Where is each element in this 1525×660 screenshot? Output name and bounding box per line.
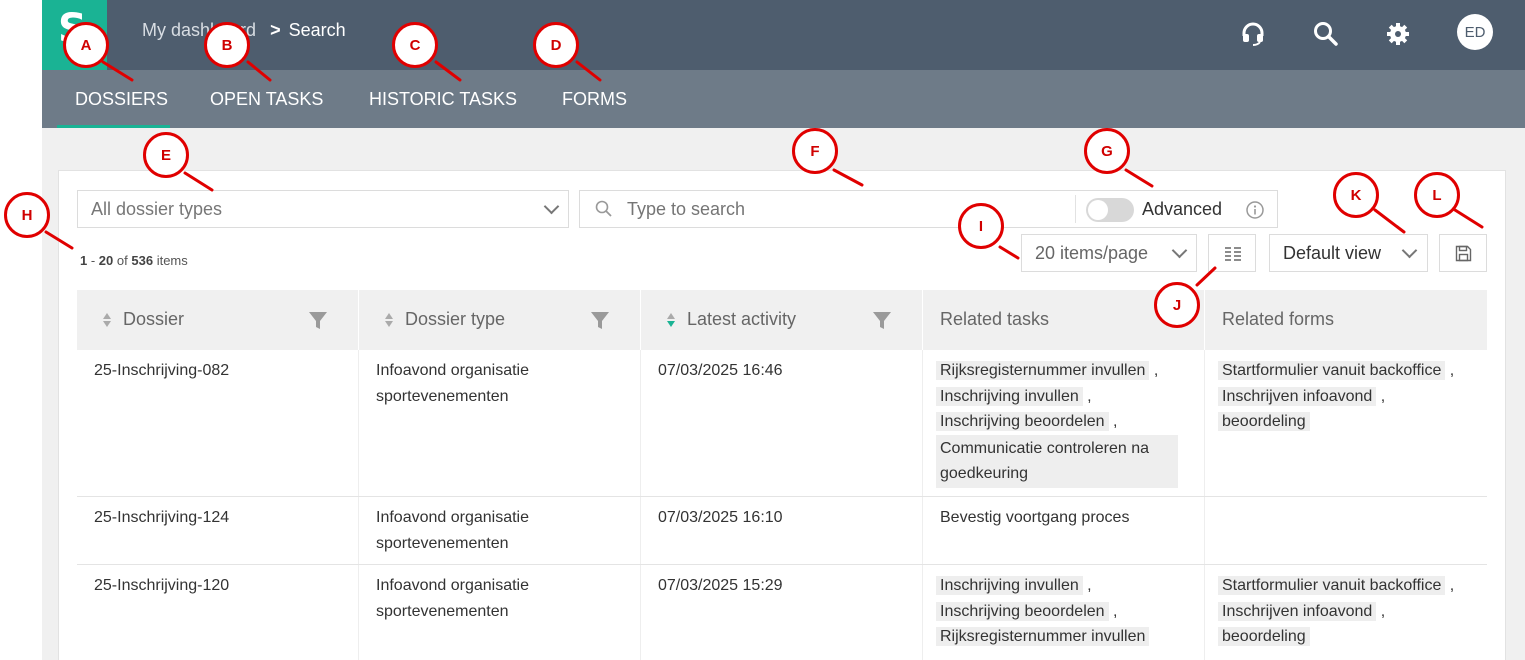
callout-pointer <box>183 171 214 192</box>
callout-marker: H <box>4 192 50 238</box>
callout-pointer <box>44 230 74 250</box>
callout-pointer <box>1195 266 1217 287</box>
callout-marker: A <box>63 22 109 68</box>
callout-pointer <box>1124 168 1154 188</box>
callout-marker: C <box>392 22 438 68</box>
callout-pointers <box>44 60 1484 287</box>
callout-pointer <box>998 245 1020 260</box>
callout-pointer <box>101 60 134 82</box>
callout-marker: I <box>958 203 1004 249</box>
callout-marker: F <box>792 128 838 174</box>
callout-pointer <box>434 60 462 82</box>
callout-marker: L <box>1414 172 1460 218</box>
callout-marker: E <box>143 132 189 178</box>
callout-pointer <box>246 60 272 82</box>
callout-pointer <box>1373 208 1406 234</box>
callout-pointer <box>1453 208 1484 229</box>
callout-pointer <box>575 60 602 82</box>
callout-marker: K <box>1333 172 1379 218</box>
callout-pointer <box>832 168 864 187</box>
callout-marker: B <box>204 22 250 68</box>
callout-marker: G <box>1084 128 1130 174</box>
callout-marker: D <box>533 22 579 68</box>
callout-marker: J <box>1154 282 1200 328</box>
